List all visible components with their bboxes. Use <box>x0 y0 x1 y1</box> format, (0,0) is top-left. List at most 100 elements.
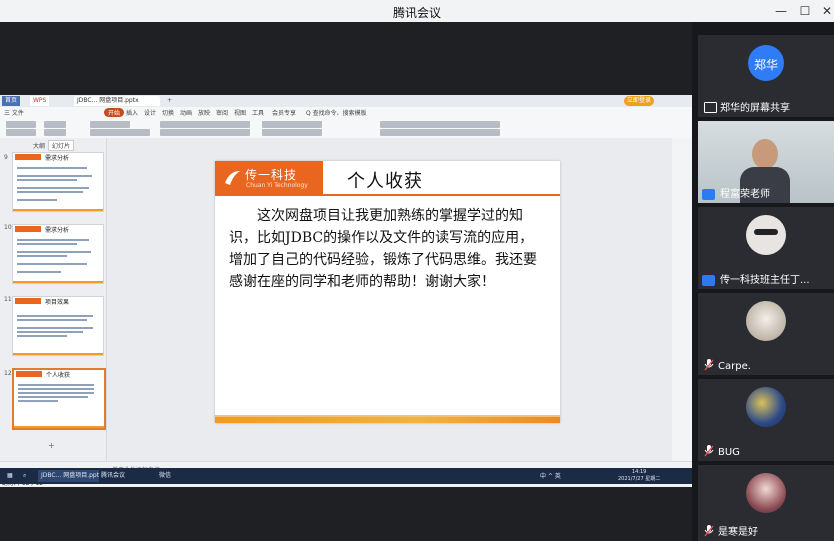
thumbnail-title: 需求分析 <box>45 227 70 234</box>
new-tab-button[interactable]: + <box>164 96 175 106</box>
sidebar-tabs: 大纲 幻灯片 <box>30 140 75 151</box>
add-slide-button[interactable]: + <box>48 441 55 450</box>
menu-member[interactable]: 会员专享 <box>272 108 296 117</box>
wps-tab-home[interactable]: 首页 <box>2 96 21 106</box>
slide-title: 个人收获 <box>347 171 423 192</box>
slide-number: 9 <box>4 154 8 161</box>
ribbon-align[interactable] <box>160 129 250 136</box>
thumbnail-title: 项目效果 <box>45 299 70 306</box>
ribbon-font-style[interactable] <box>90 129 150 136</box>
participant-name: BUG <box>718 447 740 458</box>
slide-thumbnail[interactable]: 项目效果 <box>12 296 104 356</box>
ribbon-paragraph[interactable] <box>160 121 250 128</box>
command-search[interactable]: Q 查找命令、搜索模板 <box>306 108 367 117</box>
taskbar-tencent-meeting[interactable]: 腾讯会议 <box>98 470 128 482</box>
menu-view[interactable]: 视图 <box>234 108 246 117</box>
menu-slideshow[interactable]: 放映 <box>198 108 210 117</box>
logo-mark-icon <box>225 171 240 185</box>
slide-canvas: 传一科技 Chuan Yi Technology 个人收获 这次网盘项目让我更加… <box>107 138 672 461</box>
screen-share-icon <box>704 102 717 113</box>
clock-time: 14:19 <box>631 469 647 475</box>
ribbon-font[interactable] <box>90 121 130 128</box>
ribbon-new-slide[interactable] <box>44 121 66 128</box>
avatar <box>746 215 786 255</box>
user-icon <box>702 189 715 200</box>
wps-tab-document[interactable]: JDBC... 网盘项目.pptx <box>74 96 160 106</box>
taskbar-wps[interactable]: JDBC... 网盘项目.pptx <box>38 470 99 482</box>
mic-muted-icon <box>704 525 714 537</box>
tab-outline[interactable]: 大纲 <box>30 141 48 150</box>
ribbon-shapes[interactable] <box>262 129 322 136</box>
menu-design[interactable]: 设计 <box>144 108 156 117</box>
participant-tile[interactable]: 是寒是好 <box>698 465 834 541</box>
clock-date: 2021/7/27 星期二 <box>618 476 661 482</box>
participant-tile[interactable]: Carpe. <box>698 293 834 375</box>
slide-thumbnail-panel: 大纲 幻灯片 9 需求分析 10 需求分析 11 项目效果 12 个人收获 + <box>0 138 107 461</box>
slide-thumbnail[interactable]: 需求分析 <box>12 152 104 212</box>
ribbon-textbox[interactable] <box>380 121 500 128</box>
maximize-button[interactable]: ☐ <box>794 2 816 20</box>
slide-number: 10 <box>4 224 12 231</box>
company-logo: 传一科技 Chuan Yi Technology <box>215 161 323 196</box>
tab-slides[interactable]: 幻灯片 <box>48 140 75 151</box>
menu-insert[interactable]: 插入 <box>126 108 138 117</box>
participant-name: 是寒是好 <box>718 527 758 538</box>
ribbon-arrange[interactable] <box>380 129 500 136</box>
thumbnail-title: 需求分析 <box>45 155 70 162</box>
close-button[interactable]: ✕ <box>816 2 834 20</box>
windows-taskbar: ▦ ⌕ JDBC... 网盘项目.pptx 腾讯会议 微信 中 ^ 英 14:1… <box>0 468 692 484</box>
menu-transition[interactable]: 切换 <box>162 108 174 117</box>
slide-thumbnail[interactable]: 需求分析 <box>12 224 104 284</box>
slide-number: 12 <box>4 370 12 377</box>
avatar-initials: 郑华 <box>753 58 778 72</box>
system-tray[interactable]: 中 ^ 英 <box>540 471 561 480</box>
participant-name: 郑华的屏幕共享 <box>720 103 790 114</box>
thumbnail-title: 个人收获 <box>46 372 71 379</box>
taskbar-clock[interactable]: 14:19 2021/7/27 星期二 <box>618 469 660 483</box>
participant-name: Carpe. <box>718 361 751 372</box>
mic-muted-icon <box>704 445 714 457</box>
ribbon-paste[interactable] <box>6 121 36 128</box>
participant-tile[interactable]: BUG <box>698 379 834 461</box>
participant-tile[interactable]: 传一科技班主任丁... <box>698 207 834 289</box>
minimize-button[interactable]: — <box>770 2 792 20</box>
wps-tab-wps[interactable]: WPS <box>30 96 50 106</box>
slide-body-text[interactable]: 这次网盘项目让我更加熟练的掌握学过的知识，比如JDBC的操作以及文件的读写流的应… <box>229 205 547 293</box>
participant-tile[interactable]: 郑华 郑华的屏幕共享 <box>698 35 834 117</box>
current-slide[interactable]: 传一科技 Chuan Yi Technology 个人收获 这次网盘项目让我更加… <box>215 161 560 423</box>
mic-muted-icon <box>704 359 714 371</box>
menu-home[interactable]: 开始 <box>104 108 125 117</box>
slide-footer-bar <box>215 417 560 423</box>
ribbon-format-painter[interactable] <box>6 129 36 136</box>
header-underline <box>323 194 560 196</box>
window-title: 腾讯会议 <box>392 6 441 20</box>
menu-file[interactable]: 三 文件 <box>4 108 24 117</box>
slide-number: 11 <box>4 296 12 303</box>
menu-review[interactable]: 审阅 <box>216 108 228 117</box>
avatar <box>746 387 786 427</box>
ribbon-drawing[interactable] <box>262 121 322 128</box>
participant-name: 程富荣老师 <box>720 189 770 200</box>
avatar <box>746 473 786 513</box>
search-icon[interactable]: ⌕ <box>20 470 29 482</box>
slide-thumbnail-selected[interactable]: 个人收获 <box>12 368 106 430</box>
right-tool-strip[interactable] <box>672 138 692 461</box>
window-titlebar: 腾讯会议 — ☐ ✕ <box>0 0 834 22</box>
start-icon[interactable]: ▦ <box>4 470 16 482</box>
wps-ribbon <box>0 118 692 139</box>
avatar <box>746 301 786 341</box>
ribbon-layout[interactable] <box>44 129 66 136</box>
logo-subtitle: Chuan Yi Technology <box>246 182 308 189</box>
slide-header: 传一科技 Chuan Yi Technology 个人收获 <box>215 161 560 196</box>
shared-screen: 首页 WPS JDBC... 网盘项目.pptx + 立即登录 三 文件 开始 … <box>0 95 692 487</box>
taskbar-wechat[interactable]: 微信 <box>156 470 174 482</box>
wps-menu-bar: 三 文件 开始 插入 设计 切换 动画 放映 审阅 视图 工具 会员专享 Q 查… <box>0 107 692 118</box>
user-icon <box>702 275 715 286</box>
participant-name: 传一科技班主任丁... <box>720 275 810 286</box>
login-button[interactable]: 立即登录 <box>624 96 655 106</box>
wps-tab-bar: 首页 WPS JDBC... 网盘项目.pptx + 立即登录 <box>0 95 692 107</box>
menu-tools[interactable]: 工具 <box>252 108 264 117</box>
menu-animation[interactable]: 动画 <box>180 108 192 117</box>
avatar-glasses <box>754 229 778 235</box>
participant-tile[interactable]: 程富荣老师 <box>698 121 834 203</box>
